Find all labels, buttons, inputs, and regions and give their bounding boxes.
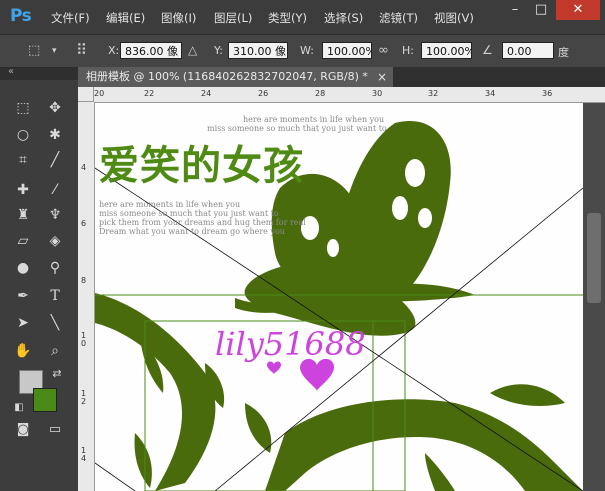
canvas-title: 爱笑的女孩 — [99, 143, 304, 189]
text-line: here are moments in life when you — [99, 200, 241, 209]
app-logo: Ps — [10, 6, 32, 26]
ruler-tick: 30 — [372, 89, 383, 98]
lasso-icon[interactable]: ○ — [12, 125, 34, 145]
w-label: W: — [300, 44, 314, 57]
ruler-tick: 22 — [144, 89, 155, 98]
ruler-tick: 28 — [315, 89, 326, 98]
ruler-tick: 34 — [485, 89, 496, 98]
collapse-icon[interactable]: « — [8, 66, 14, 77]
small-heart-art — [267, 361, 281, 374]
pen-icon[interactable]: ✒ — [12, 286, 34, 306]
x-field[interactable]: 836.00 像 — [120, 42, 182, 59]
document-tab-bar: 相册模板 @ 100% (116840262832702047, RGB/8) … — [78, 67, 605, 87]
menu-type[interactable]: 类型(Y) — [268, 10, 307, 26]
dodge-icon[interactable]: ⚲ — [44, 258, 66, 278]
document-canvas[interactable]: 爱笑的女孩 here are moments in life when you … — [95, 103, 583, 491]
menu-layer[interactable]: 图层(L) — [214, 10, 252, 26]
y-label: Y: — [214, 44, 223, 57]
path-select-icon[interactable]: ➤ — [12, 313, 34, 333]
text-line: pick them from your dreams and hug them … — [99, 218, 306, 227]
toolbox-header[interactable]: « — [0, 66, 78, 80]
ruler-tick: 1 0 — [81, 331, 87, 348]
ruler-tick: 20 — [94, 89, 105, 98]
default-colors-icon[interactable]: ◧ — [8, 398, 30, 418]
ruler-tick: 1 4 — [81, 446, 87, 463]
angle-icon: ∠ — [482, 43, 493, 57]
brush-icon[interactable]: ⁄ — [44, 180, 66, 200]
heart-art — [300, 358, 335, 391]
ruler-tick: 6 — [81, 219, 87, 228]
toolbox: « ⬚ ✥ ○ ✱ ⌗ ╱ ✚ ⁄ ♜ ♆ ▱ ◈ ● ⚲ ✒ T ➤ ╲ ✋ … — [0, 66, 78, 491]
stamp-icon[interactable]: ♜ — [12, 205, 34, 225]
document-tab-title: 相册模板 @ 100% (116840262832702047, RGB/8) … — [86, 70, 368, 83]
healing-icon[interactable]: ✚ — [12, 180, 34, 200]
hand-icon[interactable]: ✋ — [12, 341, 34, 361]
watermark-text: lily51688 — [215, 325, 366, 363]
link-icon[interactable]: ∞ — [378, 43, 389, 58]
transform-tool-icon[interactable]: ⬚ — [28, 43, 40, 58]
close-window-button[interactable]: ✕ — [556, 0, 600, 20]
text-line: miss someone so much that you just want … — [207, 124, 387, 133]
vertical-ruler[interactable]: 4 6 8 1 0 1 2 1 4 — [78, 102, 95, 491]
ruler-tick: 8 — [81, 276, 87, 285]
zoom-icon[interactable]: ⌕ — [44, 341, 66, 361]
delta-icon[interactable]: △ — [188, 43, 197, 57]
angle-unit: 度 — [558, 46, 569, 59]
y-field[interactable]: 310.00 像 — [228, 42, 288, 59]
menu-image[interactable]: 图像(I) — [161, 10, 196, 26]
type-icon[interactable]: T — [44, 286, 66, 306]
crop-icon[interactable]: ⌗ — [12, 150, 34, 170]
angle-field[interactable]: 0.00 — [502, 42, 554, 59]
horizontal-ruler[interactable]: 20 22 24 26 28 30 32 34 36 — [94, 87, 605, 103]
marquee-icon[interactable]: ⬚ — [12, 98, 34, 118]
ruler-tick: 32 — [428, 89, 439, 98]
menu-select[interactable]: 选择(S) — [324, 10, 363, 26]
menu-file[interactable]: 文件(F) — [51, 10, 90, 26]
move-icon[interactable]: ✥ — [44, 98, 66, 118]
text-line: miss someone so much that you just want … — [99, 209, 279, 218]
background-color-swatch[interactable] — [33, 388, 57, 412]
ruler-tick: 1 2 — [81, 389, 87, 406]
text-line: Dream what you want to dream go where yo… — [99, 227, 285, 236]
options-bar: ⬚ ▾ ⠿ X: 836.00 像 △ Y: 310.00 像 W: 100.0… — [0, 34, 605, 68]
h-field[interactable]: 100.00% — [421, 42, 472, 59]
menu-filter[interactable]: 滤镜(T) — [379, 10, 418, 26]
menu-edit[interactable]: 编辑(E) — [106, 10, 145, 26]
eyedropper-icon[interactable]: ╱ — [44, 150, 66, 170]
chevron-down-icon[interactable]: ▾ — [52, 46, 57, 56]
ruler-corner[interactable] — [78, 87, 94, 102]
history-brush-icon[interactable]: ♆ — [44, 205, 66, 225]
ruler-tick: 24 — [201, 89, 212, 98]
reference-point-icon[interactable]: ⠿ — [76, 41, 87, 59]
ruler-tick: 26 — [258, 89, 269, 98]
quick-mask-icon[interactable]: ◙ — [12, 420, 34, 440]
close-tab-icon[interactable]: × — [377, 67, 387, 87]
ruler-tick: 36 — [542, 89, 553, 98]
restore-button[interactable]: □ — [528, 0, 554, 20]
vertical-scrollbar[interactable] — [583, 103, 605, 491]
minimize-button[interactable]: – — [502, 0, 528, 20]
line-icon[interactable]: ╲ — [44, 313, 66, 333]
text-line: here are moments in life when you — [243, 115, 385, 124]
x-label: X: — [108, 44, 120, 57]
menu-view[interactable]: 视图(V) — [434, 10, 474, 26]
eraser-icon[interactable]: ▱ — [12, 231, 34, 251]
magic-wand-icon[interactable]: ✱ — [44, 125, 66, 145]
scrollbar-thumb[interactable] — [587, 213, 601, 303]
ruler-tick: 4 — [81, 163, 87, 172]
document-tab[interactable]: 相册模板 @ 100% (116840262832702047, RGB/8) … — [78, 67, 393, 87]
h-label: H: — [402, 44, 414, 57]
blur-icon[interactable]: ● — [12, 258, 34, 278]
swap-colors-icon[interactable]: ⇄ — [46, 364, 68, 384]
menu-bar: Ps 文件(F) 编辑(E) 图像(I) 图层(L) 类型(Y) 选择(S) 滤… — [0, 0, 605, 34]
screen-mode-icon[interactable]: ▭ — [44, 420, 66, 440]
w-field[interactable]: 100.00% — [322, 42, 372, 59]
paint-bucket-icon[interactable]: ◈ — [44, 231, 66, 251]
